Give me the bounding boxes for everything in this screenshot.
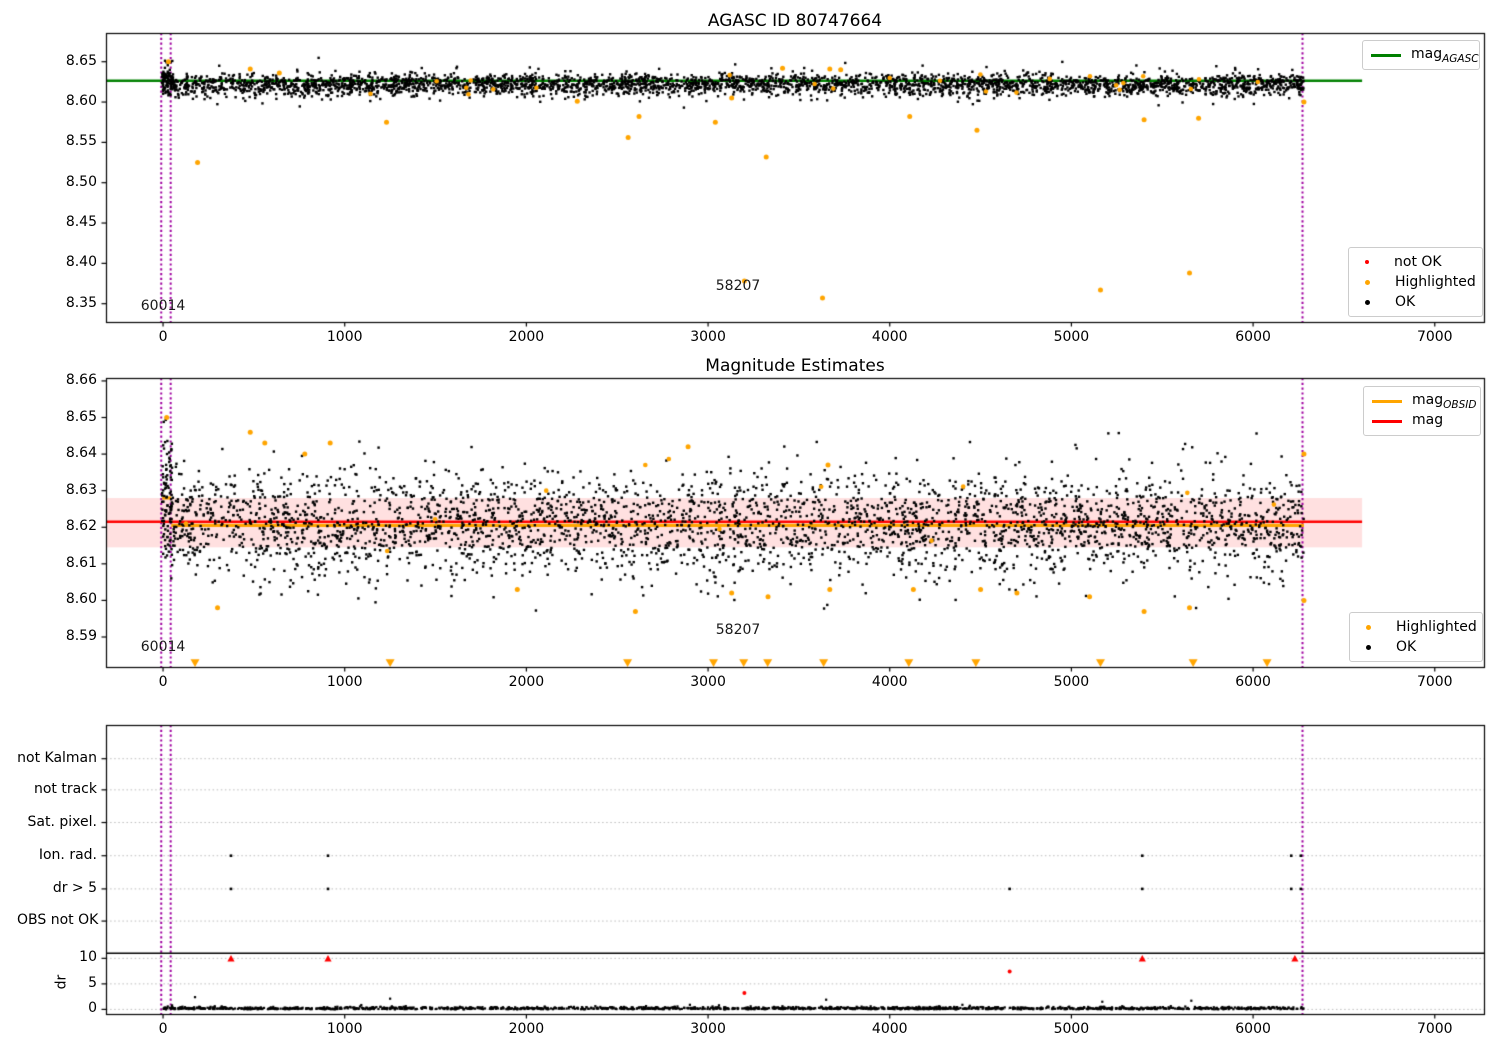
y-tick-label: 8.66 [17,372,97,388]
y-tick-label: 8.50 [17,174,97,190]
y-tick-label: 8.62 [17,518,97,534]
y-tick-label: 8.59 [17,628,97,644]
x-tick-label: 0 [123,329,203,345]
x-tick-label: 4000 [850,329,930,345]
mag-label: mag [1412,412,1443,431]
legend-row: magOBSID [1372,391,1472,411]
mag-agasc-line-sample [1371,54,1401,57]
dr-tick-label: 10 [17,949,97,965]
y-tick-label: 8.35 [17,295,97,311]
mag-obsid-label: magOBSID [1412,392,1476,411]
not-ok-marker-icon [1365,260,1369,264]
legend-row: OK [1357,292,1474,312]
x-tick-label: 3000 [668,1021,748,1037]
x-tick-label: 3000 [668,329,748,345]
flag-category-label: dr > 5 [17,880,97,896]
legend-mag-agasc: magAGASC [1362,40,1480,70]
x-tick-label: 1000 [305,674,385,690]
x-tick-label: 7000 [1395,329,1475,345]
plots-canvas [0,0,1500,1050]
obsid-annotation: 58207 [683,622,793,638]
x-tick-label: 7000 [1395,674,1475,690]
flag-category-label: not Kalman [17,750,97,766]
y-tick-label: 8.55 [17,133,97,149]
legend-row: Highlighted [1358,617,1474,637]
x-tick-label: 4000 [850,1021,930,1037]
x-tick-label: 1000 [305,329,385,345]
ok-label: OK [1396,639,1416,655]
mag-obsid-line-sample [1372,400,1402,403]
x-tick-label: 2000 [486,674,566,690]
obsid-annotation: 58207 [683,278,793,294]
mag-agasc-label: magAGASC [1411,46,1479,65]
highlighted-label: Highlighted [1395,274,1476,290]
dr-axis-label: dr [53,975,69,990]
legend-row: OK [1358,637,1474,657]
legend-status-mid: Highlighted OK [1349,612,1483,662]
x-tick-label: 0 [123,674,203,690]
dr-tick-label: 0 [17,1000,97,1016]
middle-plot-title: Magnitude Estimates [106,356,1484,376]
x-tick-label: 1000 [305,1021,385,1037]
x-tick-label: 2000 [486,1021,566,1037]
ok-label: OK [1395,294,1415,310]
x-tick-label: 0 [123,1021,203,1037]
not-ok-label: not OK [1394,254,1442,270]
x-tick-label: 4000 [850,674,930,690]
y-tick-label: 8.65 [17,409,97,425]
highlighted-label: Highlighted [1396,619,1477,635]
y-tick-label: 8.45 [17,214,97,230]
ok-marker-icon [1365,300,1370,305]
y-tick-label: 8.60 [17,93,97,109]
x-tick-label: 2000 [486,329,566,345]
x-tick-label: 5000 [1031,329,1111,345]
x-tick-label: 5000 [1031,674,1111,690]
obsid-annotation: 60014 [108,639,218,655]
legend-row: magAGASC [1371,45,1471,65]
flag-category-label: not track [17,781,97,797]
flag-category-label: Ion. rad. [17,847,97,863]
highlighted-marker-icon [1366,625,1371,630]
legend-row: mag [1372,411,1472,431]
y-tick-label: 8.63 [17,482,97,498]
x-tick-label: 6000 [1213,674,1293,690]
flag-category-label: Sat. pixel. [17,814,97,830]
legend-row: Highlighted [1357,272,1474,292]
mag-line-sample [1372,420,1402,423]
y-tick-label: 8.64 [17,445,97,461]
y-tick-label: 8.40 [17,254,97,270]
y-tick-label: 8.60 [17,591,97,607]
legend-status-top: not OK Highlighted OK [1348,247,1483,317]
legend-row: not OK [1357,252,1474,272]
y-tick-label: 8.65 [17,53,97,69]
ok-marker-icon [1366,645,1371,650]
x-tick-label: 6000 [1213,1021,1293,1037]
legend-mag-lines: magOBSID mag [1363,386,1481,436]
obsid-annotation: 60014 [108,298,218,314]
highlighted-marker-icon [1365,280,1370,285]
flag-category-label: OBS not OK [17,912,97,928]
y-tick-label: 8.61 [17,555,97,571]
figure: AGASC ID 80747664 Magnitude Estimates ma… [0,0,1500,1050]
top-plot-title: AGASC ID 80747664 [106,11,1484,31]
x-tick-label: 3000 [668,674,748,690]
x-tick-label: 7000 [1395,1021,1475,1037]
x-tick-label: 6000 [1213,329,1293,345]
x-tick-label: 5000 [1031,1021,1111,1037]
